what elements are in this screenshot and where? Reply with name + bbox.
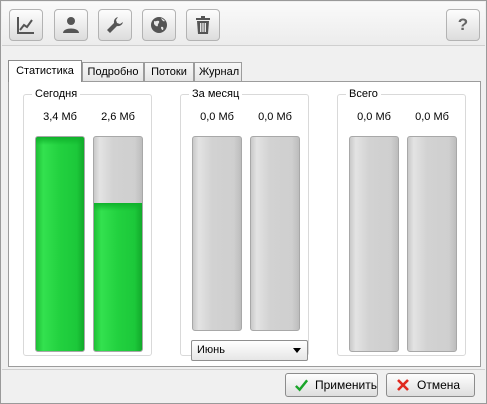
chevron-down-icon	[293, 348, 301, 353]
close-icon	[397, 379, 409, 391]
group-month: За месяц 0,0 Мб 0,0 Мб Июнь	[180, 87, 309, 361]
tab-details[interactable]: Подробно	[82, 62, 144, 82]
month-select-value: Июнь	[197, 344, 225, 356]
checkmark-icon	[295, 379, 309, 392]
cancel-label: Отмена	[417, 378, 461, 392]
level-bar	[250, 136, 300, 331]
settings-button[interactable]	[98, 9, 132, 41]
trash-icon	[196, 16, 210, 34]
level-bar	[93, 136, 143, 352]
chart-icon	[17, 17, 34, 34]
level-bar	[35, 136, 85, 352]
month-select[interactable]: Июнь	[191, 340, 308, 361]
toolbar: ?	[2, 2, 485, 46]
globe-icon	[151, 17, 167, 33]
dialog-window: ? Статистика Подробно Потоки Журнал Сего…	[0, 0, 487, 404]
value-label: 2,6 Мб	[101, 111, 135, 123]
level-bar	[407, 136, 457, 352]
help-button[interactable]: ?	[446, 9, 480, 41]
tab-statistics[interactable]: Статистика	[8, 60, 82, 82]
apply-label: Применить	[314, 378, 377, 392]
group-total: Всего 0,0 Мб 0,0 Мб	[337, 87, 466, 356]
tab-streams[interactable]: Потоки	[144, 62, 194, 82]
tab-log[interactable]: Журнал	[194, 62, 242, 82]
value-label: 0,0 Мб	[415, 111, 449, 123]
divider	[2, 369, 485, 370]
value-label: 0,0 Мб	[357, 111, 391, 123]
help-icon: ?	[457, 15, 469, 34]
level-bar	[349, 136, 399, 352]
value-label: 3,4 Мб	[43, 111, 77, 123]
apply-button[interactable]: Применить	[285, 373, 378, 397]
network-button[interactable]	[142, 9, 176, 41]
group-today: Сегодня 3,4 Мб 2,6 Мб	[23, 87, 152, 356]
wrench-icon	[107, 17, 123, 33]
clear-button[interactable]	[186, 9, 220, 41]
group-title: За месяц	[189, 87, 243, 101]
user-icon	[63, 17, 79, 33]
value-label: 0,0 Мб	[200, 111, 234, 123]
statistics-panel: Сегодня 3,4 Мб 2,6 Мб За месяц 0,0 Мб 0,…	[8, 81, 481, 367]
statistics-button[interactable]	[9, 9, 43, 41]
group-title: Сегодня	[32, 87, 81, 101]
value-label: 0,0 Мб	[258, 111, 292, 123]
group-title: Всего	[346, 87, 381, 101]
level-fill	[94, 203, 142, 351]
cancel-button[interactable]: Отмена	[386, 373, 475, 397]
level-bar	[192, 136, 242, 331]
level-fill	[36, 137, 84, 351]
account-button[interactable]	[54, 9, 88, 41]
